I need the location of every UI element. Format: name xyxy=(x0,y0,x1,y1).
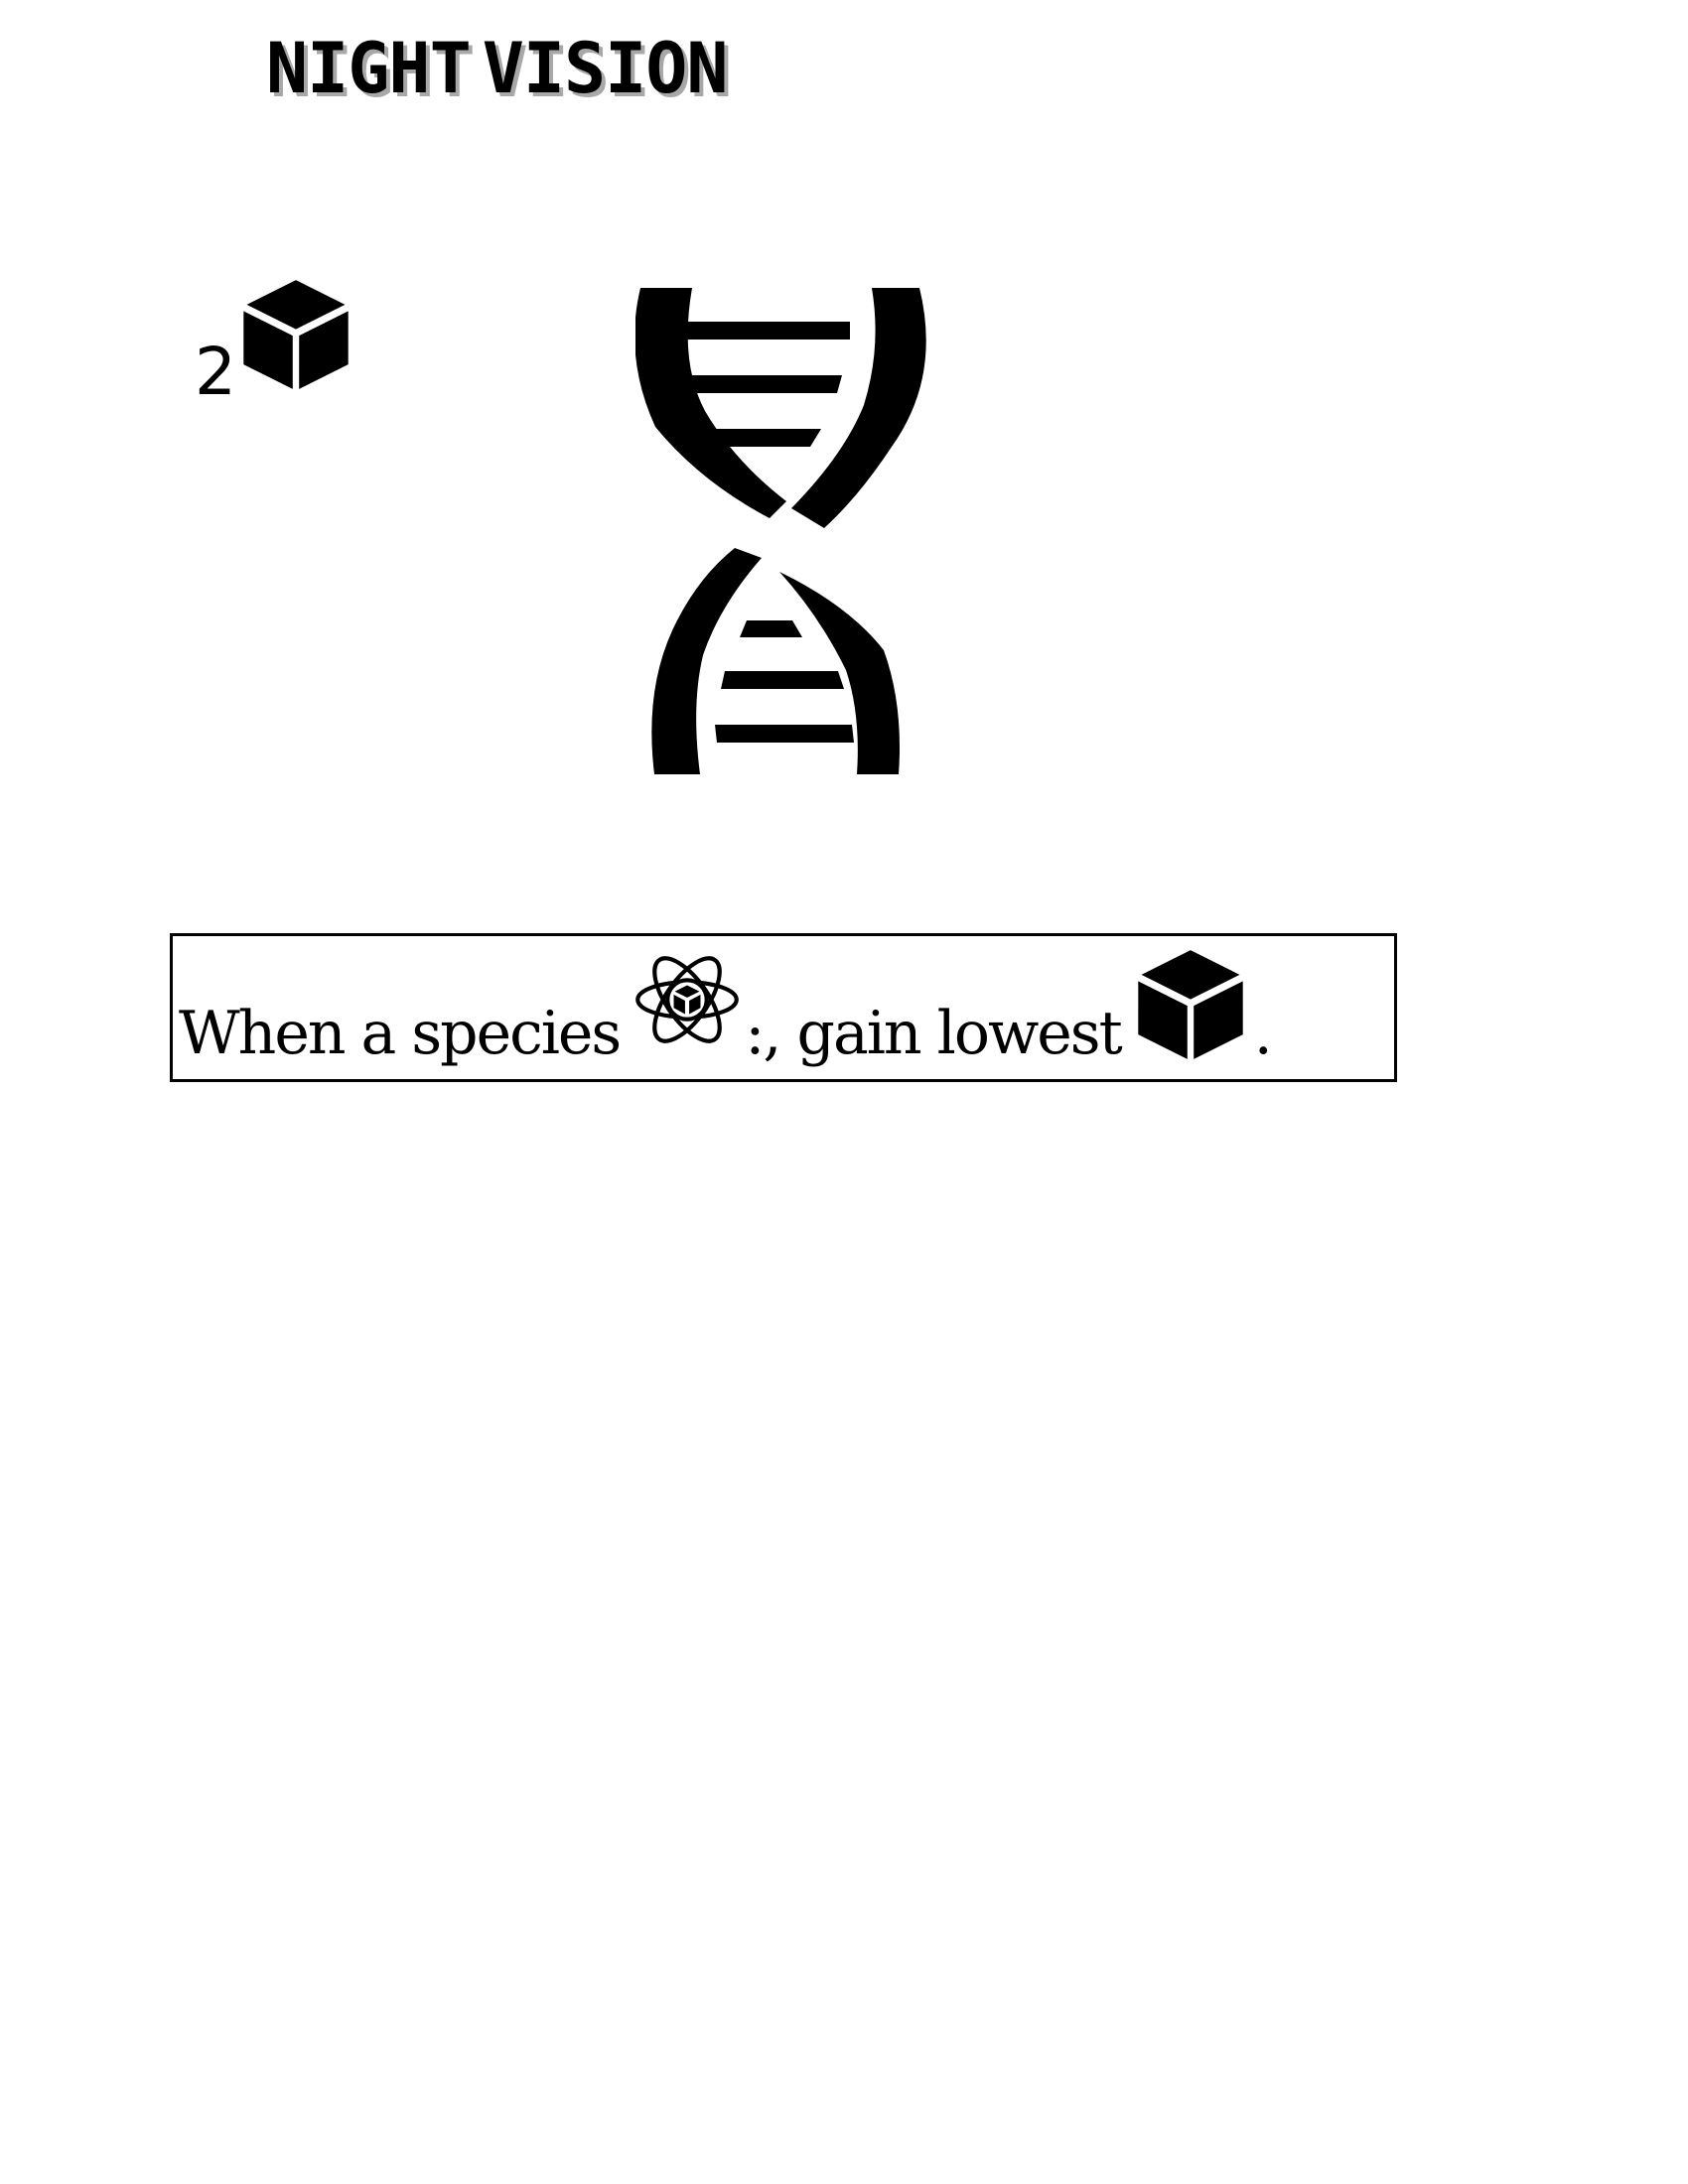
ability-text-after: . xyxy=(1253,999,1273,1068)
dna-icon xyxy=(635,288,926,774)
card-title: NIGHT VISION xyxy=(266,28,729,109)
cost-indicator: 2 xyxy=(195,278,373,407)
ability-text-before: When a species xyxy=(179,999,622,1068)
card-title-word-1: NIGHT xyxy=(266,28,472,109)
ability-text-box: When a species :, gain lowest . xyxy=(170,933,1397,1082)
cost-number: 2 xyxy=(195,334,236,410)
ability-text-middle: :, gain lowest xyxy=(745,999,1123,1068)
atom-cube-icon xyxy=(635,956,740,1043)
cube-icon xyxy=(1138,950,1243,1059)
cube-icon xyxy=(243,280,349,389)
ability-text: When a species :, gain lowest . xyxy=(179,944,1273,1073)
card-title-word-2: VISION xyxy=(482,28,729,109)
